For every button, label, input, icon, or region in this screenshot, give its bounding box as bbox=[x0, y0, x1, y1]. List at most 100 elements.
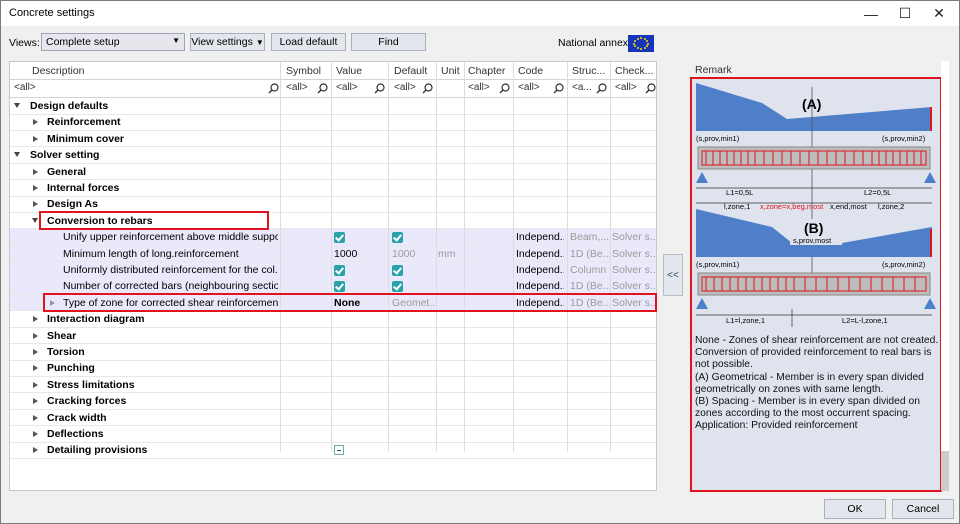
filter-symbol[interactable]: <all> bbox=[286, 82, 308, 93]
search-icon[interactable] bbox=[499, 83, 510, 94]
ok-button[interactable]: OK bbox=[824, 499, 886, 519]
checkbox-default[interactable] bbox=[392, 265, 403, 276]
column-divider bbox=[388, 62, 389, 452]
column-header[interactable]: Check... bbox=[615, 65, 654, 77]
views-label: Views: bbox=[9, 37, 40, 49]
tree-row[interactable]: Uniformly distributed reinforcement for … bbox=[10, 262, 657, 279]
checkbox-default[interactable] bbox=[392, 232, 403, 244]
expand-arrow-icon[interactable] bbox=[33, 349, 38, 355]
expand-arrow-icon[interactable] bbox=[33, 431, 38, 437]
row-label: Design defaults bbox=[30, 100, 109, 112]
expand-arrow-icon[interactable] bbox=[33, 316, 38, 323]
collapse-remark-button[interactable]: << bbox=[663, 254, 683, 296]
tree-row[interactable]: Unify upper reinforcement above middle s… bbox=[10, 229, 656, 246]
expand-arrow-icon[interactable] bbox=[33, 381, 38, 388]
tree-row[interactable]: Deflections bbox=[10, 426, 656, 443]
tree-row[interactable]: Punching bbox=[10, 360, 656, 377]
search-icon[interactable] bbox=[422, 83, 433, 94]
filter-chapter[interactable]: <all> bbox=[468, 82, 490, 93]
expand-arrow-icon[interactable] bbox=[33, 447, 38, 454]
expand-arrow-icon[interactable] bbox=[33, 135, 38, 142]
load-default-button[interactable]: Load default bbox=[271, 33, 346, 51]
checkbox-indeterminate[interactable] bbox=[334, 445, 344, 456]
cell-unit: mm bbox=[438, 247, 456, 260]
tree-row[interactable]: Cracking forces bbox=[10, 393, 656, 410]
expand-arrow-icon[interactable] bbox=[33, 119, 38, 126]
column-header[interactable]: Description bbox=[32, 65, 85, 77]
search-icon[interactable] bbox=[268, 83, 279, 94]
flag-star bbox=[636, 47, 639, 50]
expand-arrow-icon[interactable] bbox=[33, 332, 38, 339]
tree-row[interactable]: Internal forces bbox=[10, 180, 656, 197]
national-annex-label: National annex: bbox=[558, 37, 631, 49]
title-bar: Concrete settings — ☐ ✕ bbox=[1, 1, 959, 26]
tree-row[interactable]: Shear bbox=[10, 328, 656, 345]
search-icon[interactable] bbox=[374, 83, 385, 94]
collapse-arrow-icon[interactable] bbox=[14, 152, 20, 158]
l2-b: L2=L-l,zone,1 bbox=[842, 316, 888, 325]
checkbox-value[interactable] bbox=[334, 232, 345, 244]
filter-row: <all> <all> <all> <all> <all> <all> <a... <all> bbox=[10, 80, 656, 98]
maximize-icon[interactable]: ☐ bbox=[888, 1, 922, 26]
column-header[interactable]: Chapter bbox=[468, 65, 505, 77]
expand-arrow-icon[interactable] bbox=[33, 365, 38, 372]
tree-row[interactable]: Reinforcement bbox=[10, 114, 656, 131]
tree-row[interactable]: Stress limitations bbox=[10, 377, 656, 394]
expand-arrow-icon[interactable] bbox=[33, 168, 38, 175]
filter-check[interactable]: <all> bbox=[615, 82, 637, 93]
filter-code[interactable]: <all> bbox=[518, 82, 540, 93]
scroll-thumb[interactable] bbox=[941, 451, 949, 491]
column-header[interactable]: Code bbox=[518, 65, 543, 77]
expand-arrow-icon[interactable] bbox=[33, 185, 38, 191]
remark-line-b: (B) Spacing - Member is in every span di… bbox=[695, 396, 920, 420]
column-header[interactable]: Unit bbox=[441, 65, 460, 77]
column-header[interactable]: Struc... bbox=[572, 65, 605, 77]
remark-scrollbar[interactable] bbox=[941, 61, 949, 491]
row-label: Deflections bbox=[47, 428, 104, 440]
search-icon[interactable] bbox=[596, 83, 607, 94]
checkbox-default[interactable] bbox=[392, 281, 403, 293]
cell-check: Solver s... bbox=[612, 264, 657, 276]
close-icon[interactable]: ✕ bbox=[922, 1, 956, 26]
cancel-button[interactable]: Cancel bbox=[892, 499, 954, 519]
tree-row[interactable]: Design defaults bbox=[10, 98, 656, 115]
expand-arrow-icon[interactable] bbox=[33, 201, 38, 208]
column-header[interactable]: Default bbox=[394, 65, 427, 77]
tree-row[interactable]: Solver setting bbox=[10, 147, 656, 164]
minimize-icon[interactable]: — bbox=[854, 1, 888, 26]
cell-value[interactable]: 1000 bbox=[334, 248, 382, 260]
filter-default[interactable]: <all> bbox=[394, 82, 416, 93]
search-icon[interactable] bbox=[553, 83, 564, 94]
tree-row[interactable]: Interaction diagram bbox=[10, 311, 656, 328]
checkbox-value[interactable] bbox=[334, 265, 345, 276]
tree-row[interactable]: Minimum length of long.reinforcement 1000… bbox=[10, 245, 656, 263]
column-divider bbox=[436, 62, 437, 452]
eu-flag-icon[interactable] bbox=[628, 35, 654, 52]
views-combo[interactable]: Complete setup ▼ bbox=[41, 33, 185, 51]
expand-arrow-icon[interactable] bbox=[33, 398, 38, 405]
expand-arrow-icon[interactable] bbox=[33, 414, 38, 421]
column-divider bbox=[280, 62, 281, 452]
column-header[interactable]: Value bbox=[336, 65, 362, 77]
concrete-settings-window: Concrete settings — ☐ ✕ Views: Complete … bbox=[0, 0, 960, 524]
tree-row[interactable]: Torsion bbox=[10, 344, 656, 361]
search-icon[interactable] bbox=[645, 83, 656, 94]
views-value: Complete setup bbox=[46, 36, 120, 48]
filter-struc[interactable]: <a... bbox=[572, 82, 592, 93]
grid-header: Description Symbol Value Default Unit Chapter… bbox=[10, 62, 656, 80]
column-header[interactable]: Symbol bbox=[286, 65, 321, 77]
collapse-arrow-icon[interactable] bbox=[32, 217, 38, 223]
view-settings-button[interactable]: View settings ▼ bbox=[190, 33, 265, 51]
flag-star bbox=[640, 37, 642, 39]
find-button[interactable]: Find bbox=[351, 33, 426, 51]
tree-row[interactable]: Detailing provisions bbox=[10, 442, 656, 459]
tree-row[interactable]: Crack width bbox=[10, 410, 656, 427]
checkbox-value[interactable] bbox=[334, 281, 345, 293]
cell-code: Independ... bbox=[516, 264, 564, 276]
collapse-arrow-icon[interactable] bbox=[14, 103, 20, 108]
tree-row[interactable]: Minimum cover bbox=[10, 131, 656, 148]
filter-description[interactable]: <all> bbox=[14, 82, 36, 93]
search-icon[interactable] bbox=[317, 83, 328, 94]
filter-value[interactable]: <all> bbox=[336, 82, 358, 93]
tree-row[interactable]: General bbox=[10, 164, 656, 181]
